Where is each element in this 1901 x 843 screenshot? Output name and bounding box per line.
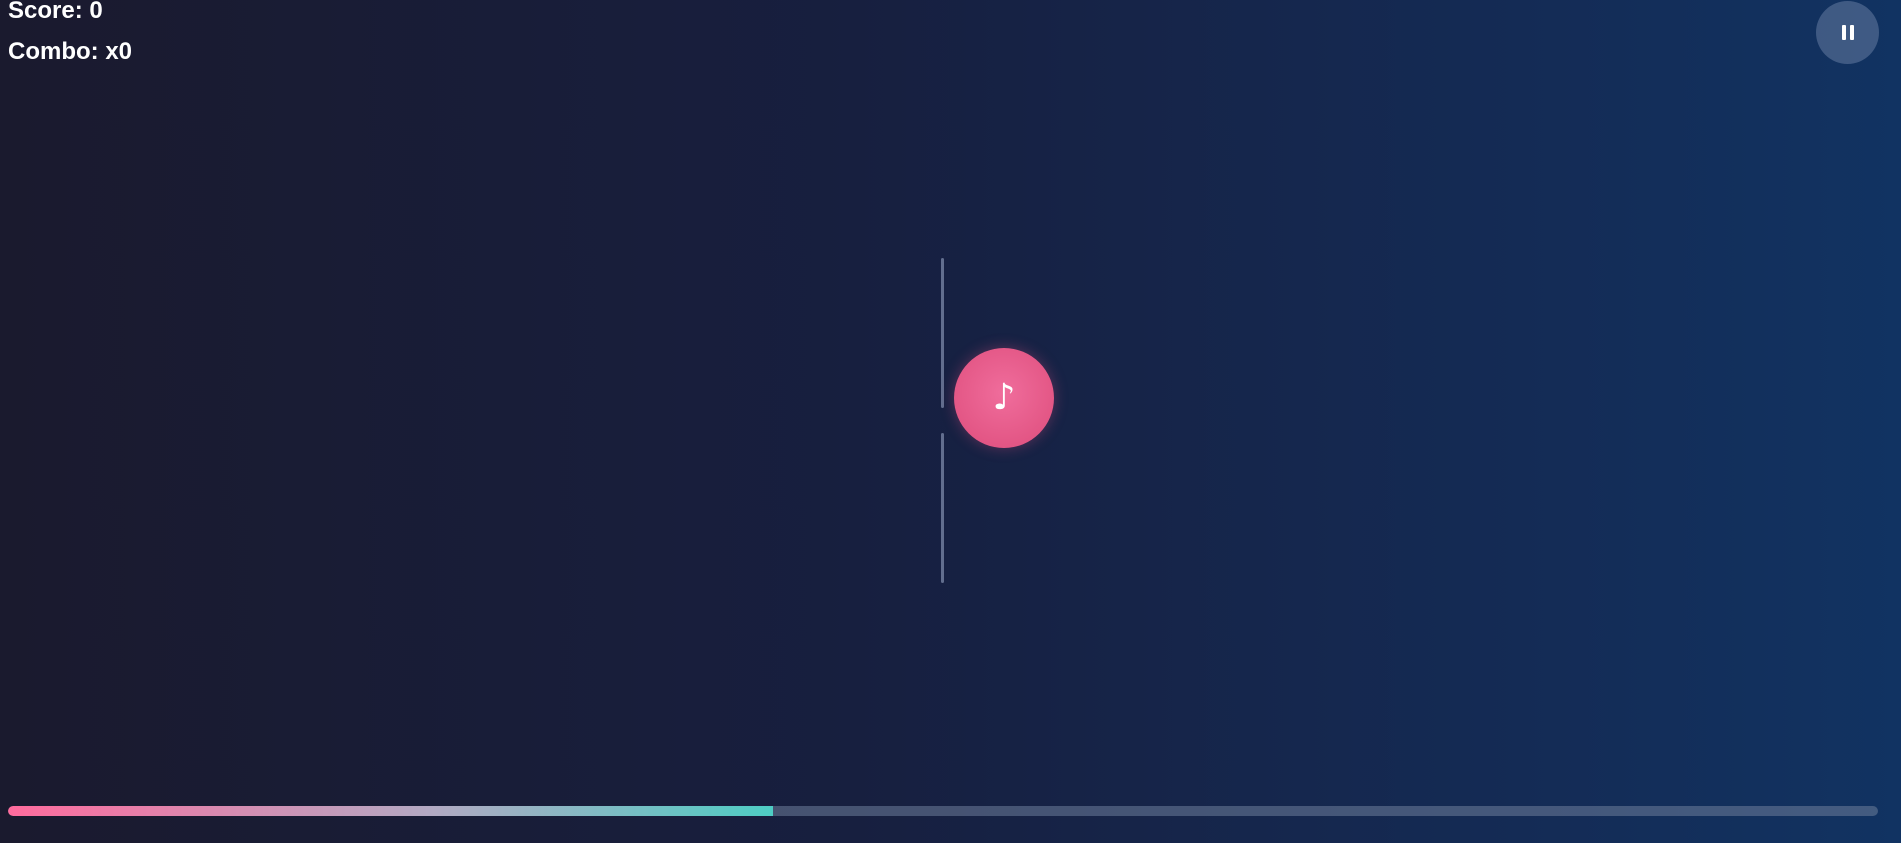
combo-label: Combo: x0 bbox=[8, 38, 133, 65]
song-progress-bar bbox=[8, 806, 1878, 816]
hit-line-top bbox=[941, 258, 944, 408]
song-progress-fill bbox=[8, 806, 773, 816]
music-note-icon: ♪ bbox=[992, 377, 1016, 418]
hit-line-bottom bbox=[941, 433, 944, 583]
pause-icon bbox=[1841, 25, 1854, 40]
note-target[interactable]: ♪ bbox=[954, 348, 1054, 448]
pause-button[interactable] bbox=[1816, 1, 1879, 64]
score-label: Score: 0 bbox=[8, 0, 103, 24]
